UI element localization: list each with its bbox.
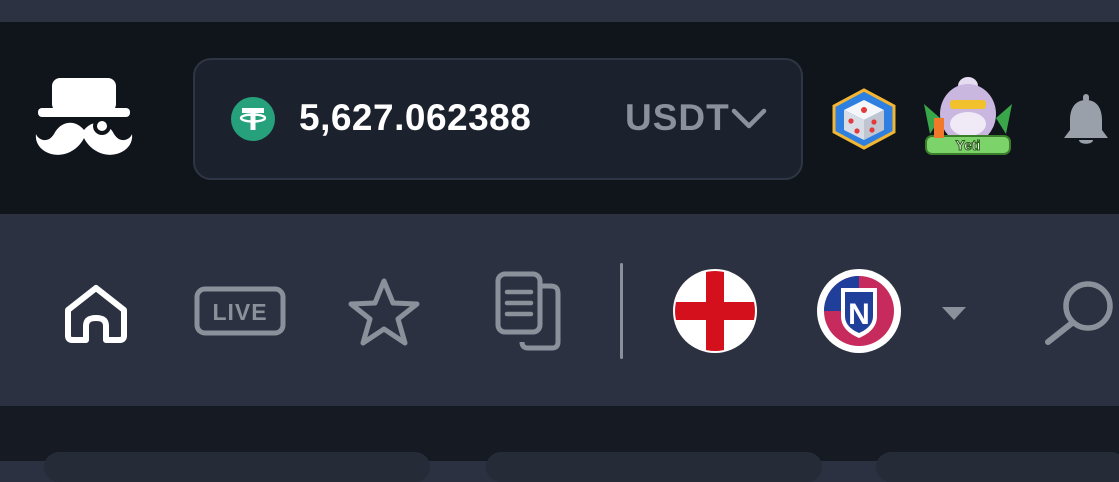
tether-icon bbox=[231, 97, 275, 141]
wallet-selector[interactable]: 5,627.062388 USDT bbox=[193, 58, 803, 180]
mustache-logo-icon[interactable] bbox=[30, 78, 138, 166]
caret-down-icon[interactable] bbox=[940, 304, 968, 322]
live-label: LIVE bbox=[212, 299, 267, 325]
live-icon[interactable]: LIVE bbox=[194, 286, 286, 336]
top-strip bbox=[0, 0, 1119, 22]
team-label: N bbox=[848, 298, 870, 331]
england-flag-icon[interactable] bbox=[672, 268, 758, 354]
yeti-game-icon[interactable]: Yeti bbox=[920, 74, 1016, 160]
category-chip[interactable] bbox=[486, 452, 822, 482]
chevron-down-icon bbox=[731, 108, 767, 129]
team-n-icon[interactable]: N bbox=[816, 268, 902, 354]
search-icon[interactable] bbox=[1040, 276, 1119, 346]
dice-badge-icon[interactable] bbox=[828, 88, 900, 150]
wallet-currency: USDT bbox=[625, 97, 730, 138]
category-chip[interactable] bbox=[876, 452, 1119, 482]
yeti-label: Yeti bbox=[956, 137, 981, 153]
home-icon[interactable] bbox=[60, 282, 132, 344]
bell-icon[interactable] bbox=[1062, 92, 1110, 146]
star-icon[interactable] bbox=[346, 276, 422, 348]
wallet-balance: 5,627.062388 bbox=[299, 97, 532, 138]
category-chip[interactable] bbox=[44, 452, 430, 482]
documents-icon[interactable] bbox=[492, 270, 564, 352]
nav-divider bbox=[620, 263, 623, 359]
